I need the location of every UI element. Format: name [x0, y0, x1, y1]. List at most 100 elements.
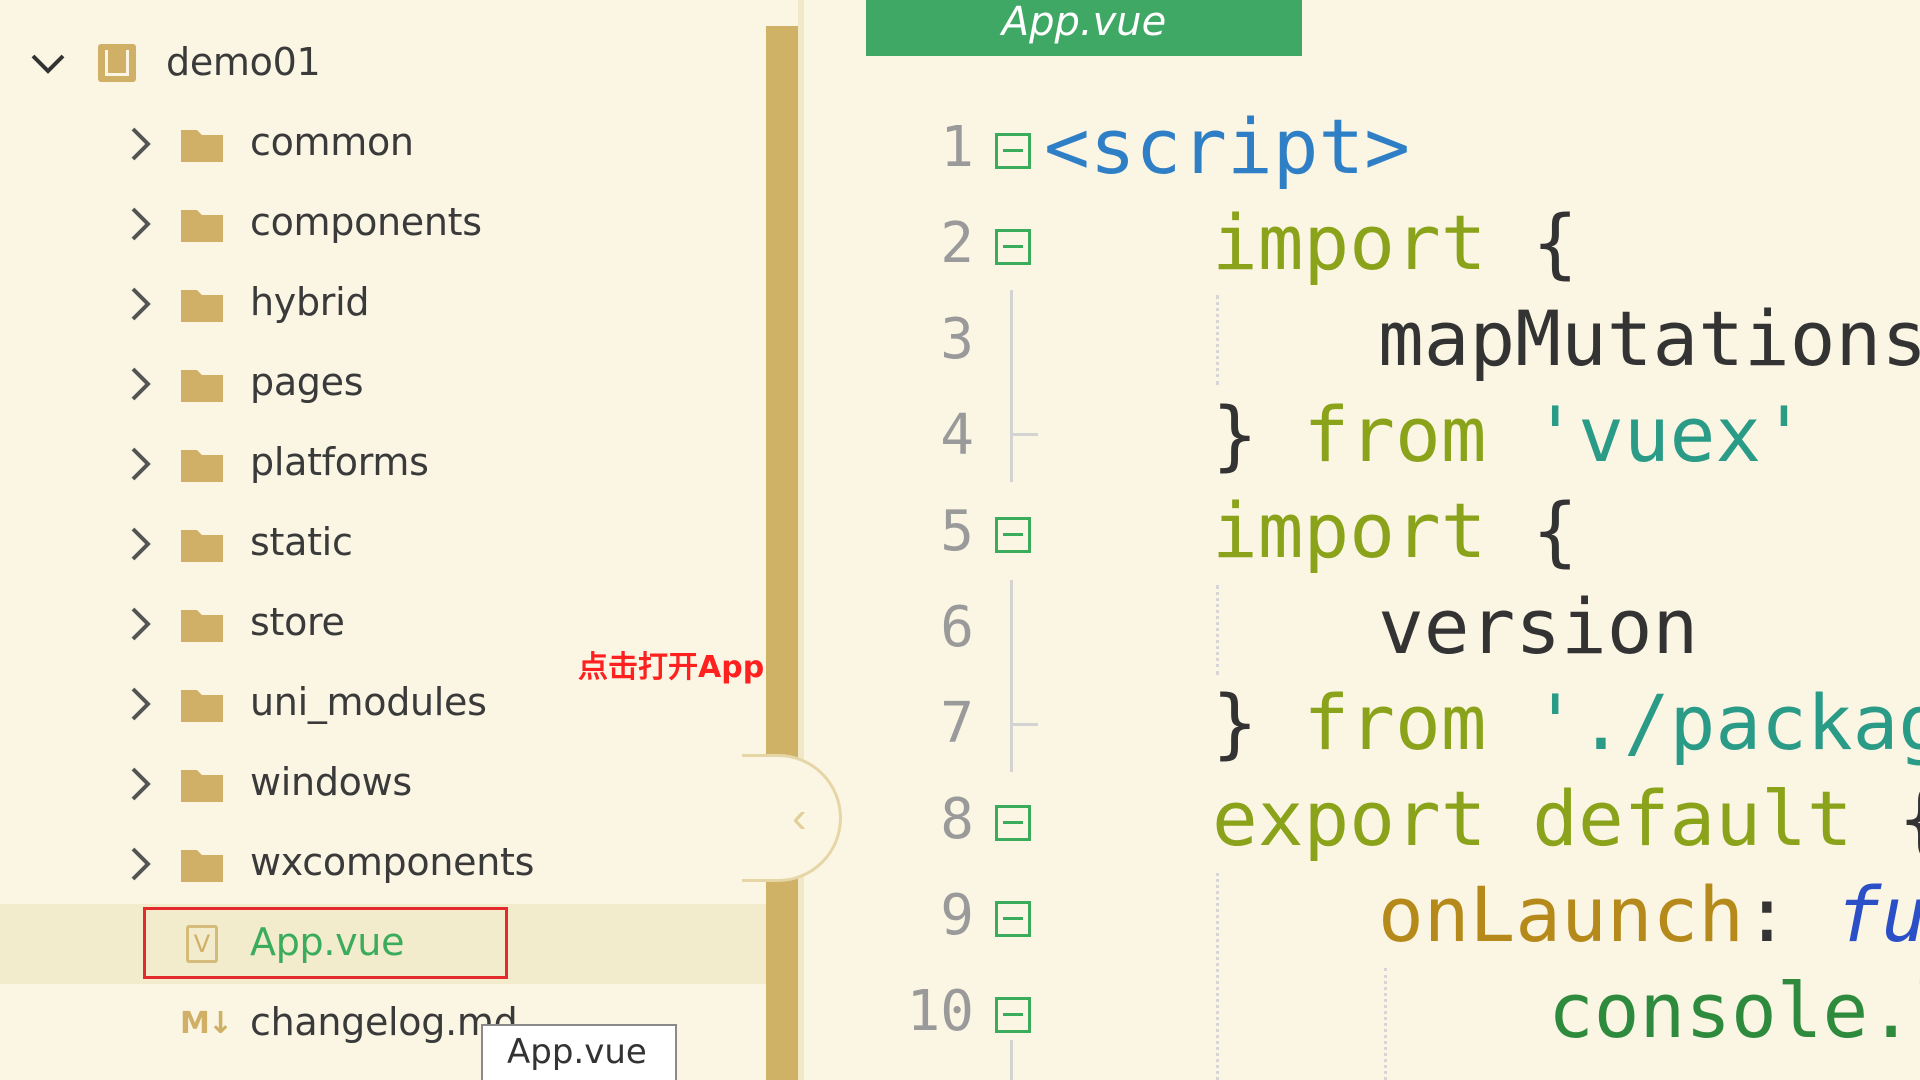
line-number: 9	[940, 883, 974, 948]
folder-icon	[181, 450, 223, 482]
fold-toggle-icon[interactable]	[995, 133, 1031, 169]
tree-item-folder[interactable]: static	[0, 504, 766, 584]
file-explorer: demo01 common components hybrid pages pl…	[0, 0, 766, 1080]
fold-toggle-icon[interactable]	[995, 805, 1031, 841]
code-editor[interactable]: App.vue 1 2 3 4 5 6 7 8 9 10 <script> im…	[804, 0, 1920, 1080]
tooltip: App.vue	[481, 1024, 677, 1080]
code-line-4: } from 'vuex'	[1212, 395, 1807, 475]
indent-guide	[1384, 968, 1387, 1080]
fold-toggle-icon[interactable]	[995, 229, 1031, 265]
folder-icon	[181, 850, 223, 882]
line-number: 1	[940, 115, 974, 180]
code-line-8: export default {	[1212, 779, 1920, 859]
folder-icon	[181, 210, 223, 242]
fold-end-tick	[1010, 723, 1038, 726]
tree-item-folder[interactable]: hybrid	[0, 264, 766, 344]
indent-guide	[1216, 295, 1219, 385]
panel-splitter[interactable]	[766, 26, 798, 1080]
code-line-1: <script>	[1044, 102, 1411, 191]
folder-label: components	[250, 200, 482, 244]
folder-icon	[181, 130, 223, 162]
chevron-right-icon[interactable]	[120, 364, 160, 404]
line-number: 10	[906, 979, 974, 1044]
project-icon	[98, 44, 136, 82]
chevron-right-icon[interactable]	[120, 204, 160, 244]
code-token: './package	[1532, 678, 1920, 767]
folder-label: platforms	[250, 440, 429, 484]
folder-icon	[181, 290, 223, 322]
fold-line	[1010, 1040, 1013, 1080]
code-line-3: mapMutations	[1378, 294, 1920, 383]
folder-label: pages	[250, 360, 364, 404]
markdown-file-icon: M↓	[180, 1006, 233, 1041]
folder-icon	[181, 690, 223, 722]
chevron-right-icon[interactable]	[120, 604, 160, 644]
chevron-right-icon[interactable]	[120, 444, 160, 484]
code-token: :	[1744, 870, 1836, 959]
annotation-text: 点击打开App.vue	[578, 650, 766, 685]
code-token: fun	[1835, 870, 1920, 959]
code-token: from	[1303, 390, 1487, 479]
line-number: 7	[940, 691, 974, 756]
fold-toggle-icon[interactable]	[995, 997, 1031, 1033]
code-line-10: console.l	[1548, 966, 1920, 1055]
fold-line	[1010, 580, 1013, 772]
code-line-5: import {	[1212, 491, 1578, 571]
code-token: onLaunch	[1378, 870, 1745, 959]
chevron-right-icon[interactable]	[120, 524, 160, 564]
tree-item-folder[interactable]: platforms	[0, 424, 766, 504]
folder-label: uni_modules	[250, 680, 487, 724]
code-token: from	[1303, 678, 1487, 767]
folder-label: store	[250, 600, 345, 644]
fold-toggle-icon[interactable]	[995, 901, 1031, 937]
line-number: 2	[940, 211, 974, 276]
folder-icon	[181, 370, 223, 402]
folder-label: windows	[250, 760, 412, 804]
tab-app-vue[interactable]: App.vue	[866, 0, 1302, 56]
code-line-2: import {	[1212, 203, 1578, 283]
code-token: import	[1212, 486, 1487, 575]
line-number: 4	[940, 403, 974, 468]
chevron-right-icon[interactable]	[120, 844, 160, 884]
tree-item-folder[interactable]: windows	[0, 744, 766, 824]
chevron-down-icon[interactable]	[28, 44, 68, 84]
tree-item-project-demo01[interactable]: demo01	[0, 24, 766, 104]
highlight-box	[143, 907, 508, 979]
project-name: demo01	[166, 40, 321, 84]
folder-icon	[181, 530, 223, 562]
chevron-right-icon[interactable]	[120, 684, 160, 724]
folder-label: static	[250, 520, 353, 564]
indent-guide	[1216, 585, 1219, 675]
chevron-left-icon: ‹	[792, 793, 807, 842]
code-token: {	[1853, 774, 1920, 863]
tree-item-folder[interactable]: common	[0, 104, 766, 184]
code-token: import	[1212, 198, 1487, 287]
line-number: 5	[940, 499, 974, 564]
code-token: 'vuex'	[1532, 390, 1807, 479]
code-line-9: onLaunch: fun	[1378, 875, 1920, 955]
fold-end-tick	[1010, 433, 1038, 436]
folder-label: hybrid	[250, 280, 370, 324]
line-number: 6	[940, 595, 974, 660]
tree-item-folder[interactable]: pages	[0, 344, 766, 424]
folder-icon	[181, 610, 223, 642]
tree-item-folder[interactable]: components	[0, 184, 766, 264]
folder-icon	[181, 770, 223, 802]
code-token: {	[1486, 486, 1579, 575]
code-token: export default	[1212, 774, 1853, 863]
code-token: {	[1486, 198, 1579, 287]
fold-line	[1010, 290, 1013, 482]
file-label: changelog.md	[250, 1000, 518, 1044]
folder-label: wxcomponents	[250, 840, 535, 884]
folder-label: common	[250, 120, 414, 164]
line-number: 3	[940, 307, 974, 372]
tree-item-folder[interactable]: wxcomponents	[0, 824, 766, 904]
indent-guide	[1216, 873, 1219, 1080]
chevron-right-icon[interactable]	[120, 284, 160, 324]
fold-toggle-icon[interactable]	[995, 517, 1031, 553]
chevron-right-icon[interactable]	[120, 764, 160, 804]
chevron-right-icon[interactable]	[120, 124, 160, 164]
code-line-7: } from './package	[1212, 683, 1920, 763]
code-token: }	[1212, 390, 1304, 479]
code-token: }	[1212, 678, 1304, 767]
